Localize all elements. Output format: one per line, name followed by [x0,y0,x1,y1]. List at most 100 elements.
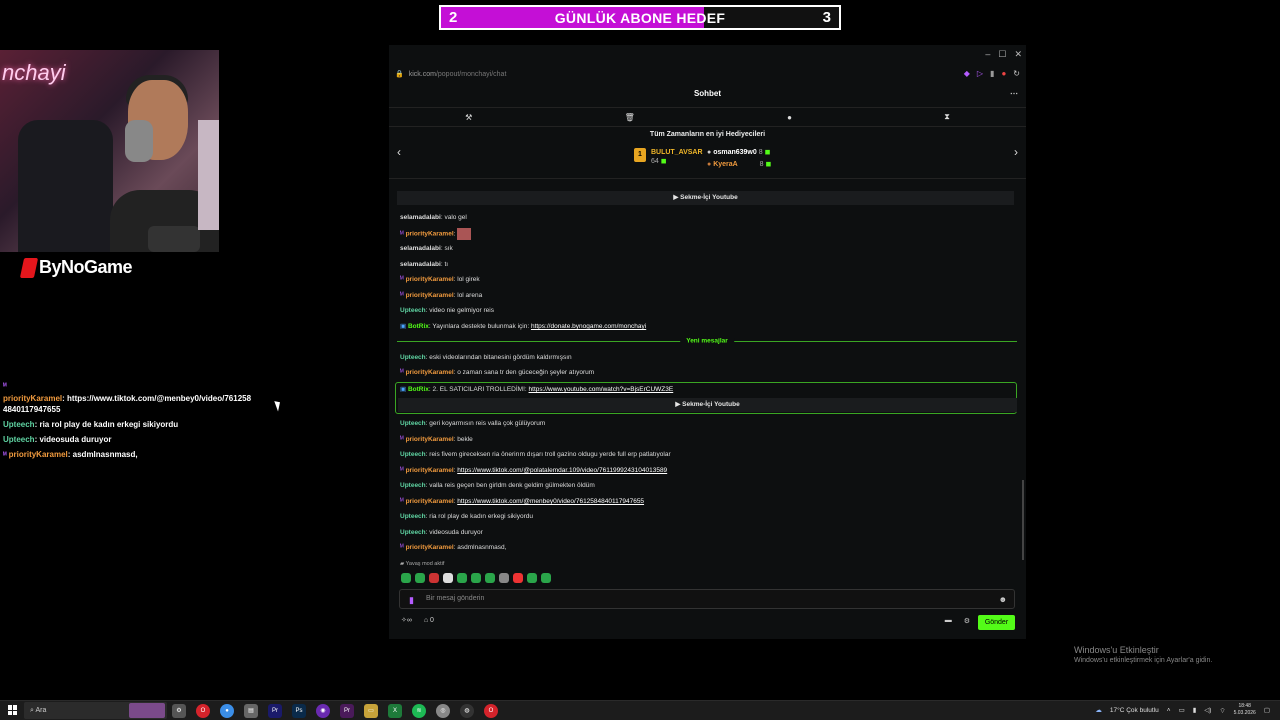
inline-youtube-button[interactable]: ▶ Sekme-İçi Youtube [397,191,1014,205]
microphone-tray-icon[interactable]: ▮ [1193,706,1197,714]
chat-link[interactable]: https://www.tiktok.com/@menbey0/video/76… [457,498,644,505]
chat-bubble-icon[interactable]: ▬ [945,617,952,625]
chevron-right-icon[interactable]: › [1014,145,1018,159]
send-button[interactable]: Gönder [978,615,1015,630]
chrome-app-icon[interactable]: ● [220,704,234,718]
inline-youtube-button[interactable]: ▶ Sekme-İçi Youtube [398,398,1017,412]
excel-app-icon[interactable]: X [388,704,402,718]
chat-footer-left: ✧∞ ⌂ 0 [401,616,434,625]
chat-username[interactable]: priorityKaramel [406,292,454,299]
spotify-app-icon[interactable]: ≋ [412,704,426,718]
taskbar-search[interactable]: ⌕ Ara [24,702,167,719]
chat-username[interactable]: priorityKaramel [406,498,454,505]
emote-button[interactable] [513,573,523,583]
weather-text[interactable]: 17°C Çok bulutlu [1110,707,1159,714]
chat-username[interactable]: priorityKaramel [406,276,454,283]
emote-button[interactable] [527,573,537,583]
chat-username[interactable]: priorityKaramel [406,544,454,551]
gift-gem-icon: ◼ [764,149,771,156]
premiere-pro-app-icon[interactable]: Pr [340,704,354,718]
extension-shield-icon[interactable]: ◆ [964,69,970,78]
settings-gear-icon[interactable]: ⚙ [964,617,970,625]
clock[interactable]: 18:48 5.03.2026 [1234,703,1256,717]
chat-bubble-icon[interactable]: ● [787,113,792,122]
chat-username[interactable]: selamadalabi [400,245,441,252]
moderator-badge-icon: ᴹ [3,452,7,459]
emote-button[interactable] [401,573,411,583]
more-options-icon[interactable]: ⋯ [1010,85,1018,103]
emote-button[interactable] [415,573,425,583]
moderator-badge-icon: ᴹ [400,467,404,474]
chat-text: geri koyarmısın reis valla çok gülüyorum [429,420,546,427]
extension-play-icon[interactable]: ▷ [977,69,983,78]
chat-username[interactable]: selamadalabi [400,214,441,221]
chat-message: Upteech: video nie gelmiyor reis [400,307,494,314]
premiere-app-icon[interactable]: Pr [268,704,282,718]
emote-button[interactable] [485,573,495,583]
chat-username[interactable]: BotRix [408,386,429,393]
settings-app-icon[interactable]: ⚙ [172,704,186,718]
emote-button[interactable] [457,573,467,583]
emoji-picker-icon[interactable]: ☻ [999,591,1007,609]
chat-header: Sohbet ⋯ [389,85,1026,105]
chat-scrollbar[interactable] [1022,480,1024,560]
gift-counter[interactable]: ⌂ 0 [424,617,434,624]
chat-username[interactable]: Upteech [400,307,426,314]
chat-username[interactable]: priorityKaramel [406,231,454,238]
chevron-left-icon[interactable]: ‹ [397,145,401,159]
chat-username[interactable]: priorityKaramel [406,369,454,376]
extension-puzzle-icon[interactable]: ▮ [990,69,994,78]
gift-gem-icon: ◼ [765,161,772,168]
opera-gx-app-icon[interactable]: O [484,704,498,718]
emote-button[interactable] [541,573,551,583]
file-explorer-icon[interactable]: ▭ [364,704,378,718]
chat-username[interactable]: priorityKaramel [406,467,454,474]
chat-username[interactable]: selamadalabi [400,261,441,268]
chat-username[interactable]: Upteech [400,513,426,520]
microphone-icon[interactable]: ▮ [409,591,414,609]
volume-icon[interactable]: ◁) [1204,706,1211,714]
chat-link[interactable]: https://www.youtube.com/watch?v=BjsErCUW… [529,386,674,393]
close-icon[interactable]: ✕ [1014,49,1022,60]
emote-button[interactable] [499,573,509,583]
address-bar[interactable]: 🔒 kick.com/popout/monchayi/chat [389,65,1026,83]
wifi-icon[interactable]: ⌔ [1219,706,1225,715]
photoshop-app-icon[interactable]: Ps [292,704,306,718]
trash-icon[interactable]: 🗑 [625,113,635,122]
channel-points-icon[interactable]: ✧∞ [401,616,412,624]
browser-app-icon[interactable]: ◎ [436,704,450,718]
tray-chevron-icon[interactable]: ˄ [1167,707,1171,714]
chat-link[interactable]: https://donate.bynogame.com/monchayi [531,323,646,330]
opera-app-icon[interactable]: O [196,704,210,718]
overlay-chat: ᴹ priorityKaramel: https://www.tiktok.co… [3,380,253,465]
chat-username[interactable]: Upteech [400,451,426,458]
chat-username[interactable]: Upteech [400,529,426,536]
chat-username[interactable]: Upteech [400,354,426,361]
goal-target-count: 3 [822,9,831,26]
ban-hammer-icon[interactable]: ⚒ [465,113,472,122]
steam-app-icon[interactable]: ◍ [460,704,474,718]
file-app-icon[interactable]: ▤ [244,704,258,718]
extension-refresh-icon[interactable]: ↻ [1013,69,1020,78]
extension-record-icon[interactable]: ● [1001,69,1006,78]
chat-username[interactable]: Upteech [400,420,426,427]
maximize-icon[interactable]: ☐ [998,49,1006,60]
emote-button[interactable] [471,573,481,583]
emote-button[interactable] [429,573,439,583]
chat-input[interactable]: ▮ Bir mesaj gönderin ☻ [399,589,1015,609]
search-icon: ⌕ [30,707,34,714]
windows-start-icon[interactable] [8,705,18,715]
chat-message: ᴹ priorityKaramel: [400,228,472,240]
notifications-icon[interactable]: ▢ [1264,706,1270,714]
chat-username[interactable]: priorityKaramel [406,436,454,443]
chat-link[interactable]: https://www.tiktok.com/@polatalemdar.109… [457,467,667,474]
chat-text: bekle [457,436,473,443]
chat-username[interactable]: BotRix [408,323,429,330]
moderator-badge-icon: ᴹ [400,369,404,376]
hourglass-icon[interactable]: ⧗ [944,112,950,122]
network-icon[interactable]: ▭ [1179,706,1185,714]
obs-app-icon[interactable]: ◉ [316,704,330,718]
emote-button[interactable] [443,573,453,583]
minimize-icon[interactable]: – [985,49,990,60]
chat-username[interactable]: Upteech [400,482,426,489]
